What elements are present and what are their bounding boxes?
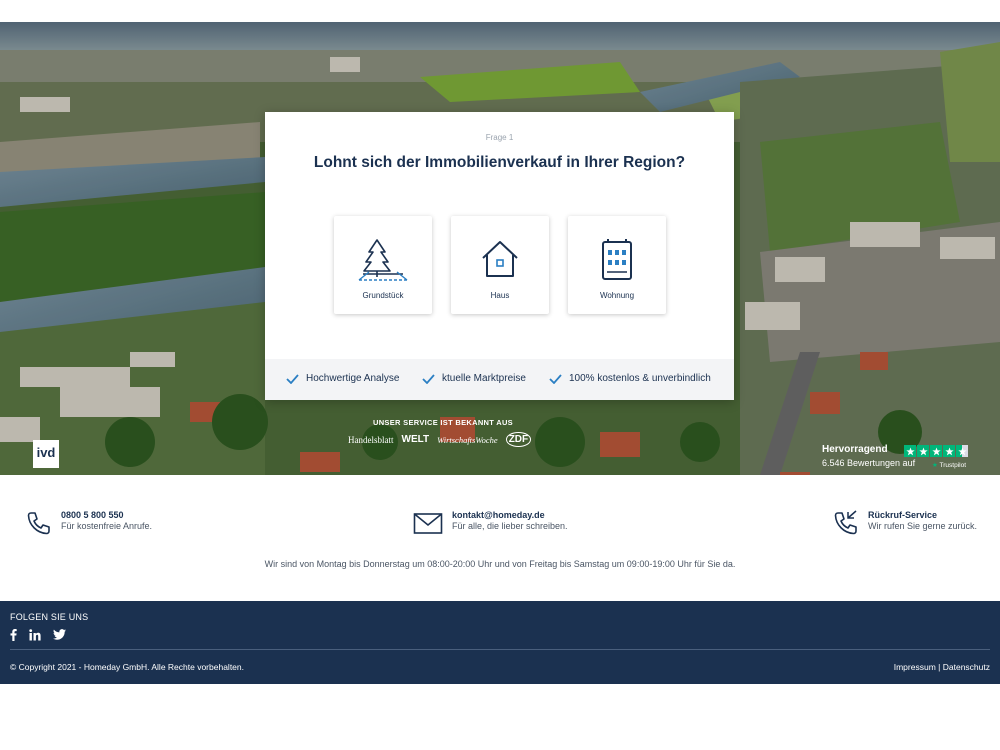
facebook-icon[interactable] (10, 628, 17, 641)
linkedin-icon[interactable] (29, 628, 41, 641)
benefit-text: 100% kostenlos & unverbindlich (569, 373, 711, 384)
social-links (10, 628, 78, 641)
handelsblatt-logo: Handelsblatt (348, 434, 394, 445)
phone-number[interactable]: 0800 5 800 550 (61, 510, 152, 521)
welt-logo: WELT (401, 434, 430, 445)
trustpilot-review-count: 6.546 Bewertungen auf (822, 458, 916, 468)
benefit-text: ktuelle Marktpreise (442, 373, 526, 384)
option-wohnung[interactable]: Wohnung (568, 216, 666, 314)
trustpilot-rating-label: Hervorragend (822, 444, 888, 455)
datenschutz-link[interactable]: Datenschutz (943, 662, 990, 672)
question-title: Lohnt sich der Immobilienverkauf in Ihre… (313, 154, 686, 171)
callback-phone-icon (834, 510, 857, 535)
legal-links: Impressum | Datenschutz (894, 662, 990, 672)
footer: FOLGEN SIE UNS © Copyright 2021 - Homeda… (0, 601, 1000, 684)
option-label: Wohnung (599, 291, 635, 300)
star-icon (930, 445, 942, 457)
opening-hours: Wir sind von Montag bis Donnerstag um 08… (264, 559, 736, 569)
footer-divider (10, 649, 990, 650)
ivd-logo: ivd (33, 440, 59, 468)
twitter-icon[interactable] (53, 628, 66, 641)
option-label: Grundstück (362, 291, 404, 300)
email-subtitle: Für alle, die lieber schreiben. (452, 521, 568, 531)
trustpilot-logo: ★ Trustpilot (932, 462, 967, 469)
phone-subtitle: Für kostenfreie Anrufe. (61, 521, 153, 531)
benefit-text: Hochwertige Analyse (306, 373, 400, 384)
wirtschaftswoche-logo: WirtschaftsWoche (437, 434, 498, 445)
trustpilot-stars (904, 445, 969, 457)
question-card: Frage 1 Lohnt sich der Immobilienverkauf… (265, 112, 734, 400)
star-icon (943, 445, 955, 457)
benefit-item: Hochwertige Analyse (286, 373, 399, 384)
option-haus[interactable]: Haus (451, 216, 549, 314)
hero-section: Frage 1 Lohnt sich der Immobilienverkauf… (0, 22, 1000, 475)
contact-phone[interactable]: 0800 5 800 550 Für kostenfreie Anrufe. (26, 510, 152, 536)
benefit-item: ktuelle Marktpreise (422, 373, 526, 384)
check-icon (549, 373, 562, 384)
benefit-item: 100% kostenlos & unverbindlich (549, 373, 711, 384)
apartment-building-icon (568, 236, 666, 282)
zdf-logo: ZDF (505, 432, 532, 447)
star-icon (917, 445, 929, 457)
callback-title[interactable]: Rückruf-Service (868, 510, 977, 521)
option-label: Haus (490, 291, 510, 300)
contact-email[interactable]: kontakt@homeday.de Für alle, die lieber … (413, 510, 568, 536)
envelope-icon (413, 513, 443, 534)
star-icon (904, 445, 916, 457)
phone-icon (27, 512, 50, 535)
benefits-bar: Hochwertige Analyse ktuelle Marktpreise … (265, 359, 734, 400)
trustpilot-brand-text: Trustpilot (939, 462, 967, 469)
callback-subtitle: Wir rufen Sie gerne zurück. (868, 521, 978, 531)
tree-plot-icon (334, 236, 432, 282)
email-address[interactable]: kontakt@homeday.de (452, 510, 568, 521)
option-grundstueck[interactable]: Grundstück (334, 216, 432, 314)
impressum-link[interactable]: Impressum (894, 662, 936, 672)
question-step-label: Frage 1 (485, 133, 514, 142)
check-icon (422, 373, 435, 384)
legal-separator: | (938, 662, 941, 672)
check-icon (286, 373, 299, 384)
copyright-text: © Copyright 2021 - Homeday GmbH. Alle Re… (10, 662, 244, 672)
press-logos: Handelsblatt WELT WirtschaftsWoche ZDF (348, 432, 539, 447)
house-icon (451, 236, 549, 282)
contact-callback[interactable]: Rückruf-Service Wir rufen Sie gerne zurü… (833, 510, 977, 536)
press-title: UNSER SERVICE IST BEKANNT AUS (373, 418, 513, 427)
half-star-icon (956, 445, 968, 457)
follow-us-label: FOLGEN SIE UNS (10, 612, 89, 622)
